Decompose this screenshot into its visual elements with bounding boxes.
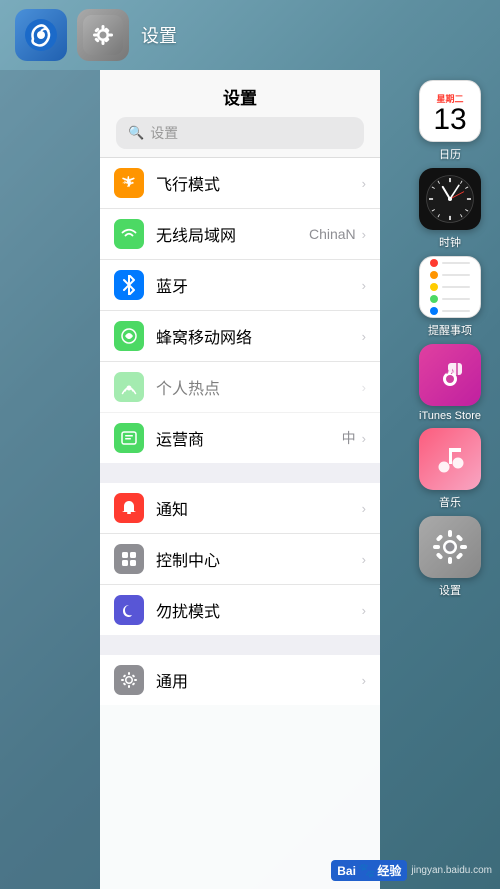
settings-panel: 设置 🔍 设置 ✈ 飞行模式 › xyxy=(100,70,380,889)
general-icon xyxy=(114,665,144,695)
section-gap-1 xyxy=(100,463,380,483)
settings-item-general[interactable]: 通用 › xyxy=(100,655,380,705)
clock-app-icon xyxy=(419,168,481,230)
cellular-label: 蜂窝移动网络 xyxy=(156,324,362,348)
calendar-app-label: 日历 xyxy=(439,146,461,162)
calendar-app-icon: 星期二 13 xyxy=(419,80,481,142)
svg-text:✈: ✈ xyxy=(124,175,135,190)
carrier-icon xyxy=(114,423,144,453)
settings-list: ✈ 飞行模式 › 无线局域网 ChinaN › xyxy=(100,158,380,889)
settings-item-wifi[interactable]: 无线局域网 ChinaN › xyxy=(100,209,380,260)
carrier-label: 运营商 xyxy=(156,426,342,450)
cellular-icon xyxy=(114,321,144,351)
music-app-icon xyxy=(419,428,481,490)
settings-item-hotspot[interactable]: 个人热点 › xyxy=(100,362,380,413)
control-label: 控制中心 xyxy=(156,547,362,571)
notifications-label: 通知 xyxy=(156,496,362,520)
reminders-app-icon xyxy=(419,256,481,318)
itunes-app-label: iTunes Store xyxy=(419,410,481,422)
calendar-day-number: 13 xyxy=(433,105,466,135)
settings-item-airplane[interactable]: ✈ 飞行模式 › xyxy=(100,158,380,209)
section-gap-2 xyxy=(100,635,380,655)
settings-section-system: 通知 › 控制中心 › xyxy=(100,483,380,635)
watermark-url: jingyan.baidu.com xyxy=(411,865,492,876)
settings-item-carrier[interactable]: 运营商 中 › xyxy=(100,413,380,463)
general-label: 通用 xyxy=(156,668,362,692)
music-app-label: 音乐 xyxy=(439,494,461,510)
watermark-logo-text: Bai xyxy=(337,864,356,878)
svg-text:♪♪: ♪♪ xyxy=(446,366,455,376)
settings-section-general: 通用 › xyxy=(100,655,380,705)
general-chevron: › xyxy=(362,673,366,688)
hotspot-chevron: › xyxy=(362,380,366,395)
settings-search-bar[interactable]: 🔍 设置 xyxy=(116,117,364,149)
airplane-icon: ✈ xyxy=(114,168,144,198)
search-icon: 🔍 xyxy=(128,125,144,141)
control-chevron: › xyxy=(362,552,366,567)
bluetooth-label: 蓝牙 xyxy=(156,273,362,297)
donotdisturb-icon xyxy=(114,595,144,625)
settings-item-donotdisturb[interactable]: 勿扰模式 › xyxy=(100,585,380,635)
clock-app-label: 时钟 xyxy=(439,234,461,250)
calendar-app-container[interactable]: 星期二 13 日历 xyxy=(410,80,490,162)
airplane-chevron: › xyxy=(362,176,366,191)
left-bg-overlay xyxy=(0,70,100,889)
reminders-app-label: 提醒事项 xyxy=(428,322,472,338)
settings-section-connectivity: ✈ 飞行模式 › 无线局域网 ChinaN › xyxy=(100,158,380,463)
carrier-chevron: › xyxy=(362,431,366,446)
wifi-label: 无线局域网 xyxy=(156,222,309,246)
wifi-value: ChinaN xyxy=(309,226,356,242)
watermark-paw: 🐾 xyxy=(358,862,375,879)
itunes-app-container[interactable]: ♪♪ iTunes Store xyxy=(410,344,490,422)
bluetooth-chevron: › xyxy=(362,278,366,293)
top-settings-title: 设置 xyxy=(141,22,177,48)
hotspot-label: 个人热点 xyxy=(156,375,362,399)
reminders-app-container[interactable]: 提醒事项 xyxy=(410,256,490,338)
watermark-logo: Bai 🐾 经验 xyxy=(331,860,407,881)
notifications-icon xyxy=(114,493,144,523)
settings-app-icon-top[interactable] xyxy=(77,9,129,61)
right-sidebar: 星期二 13 日历 xyxy=(400,70,500,889)
settings-app-icon xyxy=(419,516,481,578)
wifi-chevron: › xyxy=(362,227,366,242)
top-bar: 设置 xyxy=(0,0,500,70)
search-placeholder-text: 设置 xyxy=(150,123,178,143)
settings-app-label: 设置 xyxy=(439,582,461,598)
baidu-app-icon[interactable] xyxy=(15,9,67,61)
settings-item-control-center[interactable]: 控制中心 › xyxy=(100,534,380,585)
settings-item-notifications[interactable]: 通知 › xyxy=(100,483,380,534)
settings-panel-header: 设置 🔍 设置 xyxy=(100,70,380,158)
itunes-app-icon: ♪♪ xyxy=(419,344,481,406)
music-app-container[interactable]: 音乐 xyxy=(410,428,490,510)
control-icon xyxy=(114,544,144,574)
donotdisturb-label: 勿扰模式 xyxy=(156,598,362,622)
donotdisturb-chevron: › xyxy=(362,603,366,618)
settings-item-cellular[interactable]: 蜂窝移动网络 › xyxy=(100,311,380,362)
wifi-icon xyxy=(114,219,144,249)
settings-item-bluetooth[interactable]: 蓝牙 › xyxy=(100,260,380,311)
watermark-logo-text2: 经验 xyxy=(377,862,401,879)
settings-panel-title: 设置 xyxy=(116,84,364,109)
bluetooth-icon xyxy=(114,270,144,300)
airplane-label: 飞行模式 xyxy=(156,171,362,195)
carrier-value: 中 xyxy=(342,428,356,448)
clock-app-container[interactable]: 时钟 xyxy=(410,168,490,250)
settings-app-container[interactable]: 设置 xyxy=(410,516,490,598)
cellular-chevron: › xyxy=(362,329,366,344)
notifications-chevron: › xyxy=(362,501,366,516)
hotspot-icon xyxy=(114,372,144,402)
watermark: Bai 🐾 经验 jingyan.baidu.com xyxy=(331,860,492,881)
